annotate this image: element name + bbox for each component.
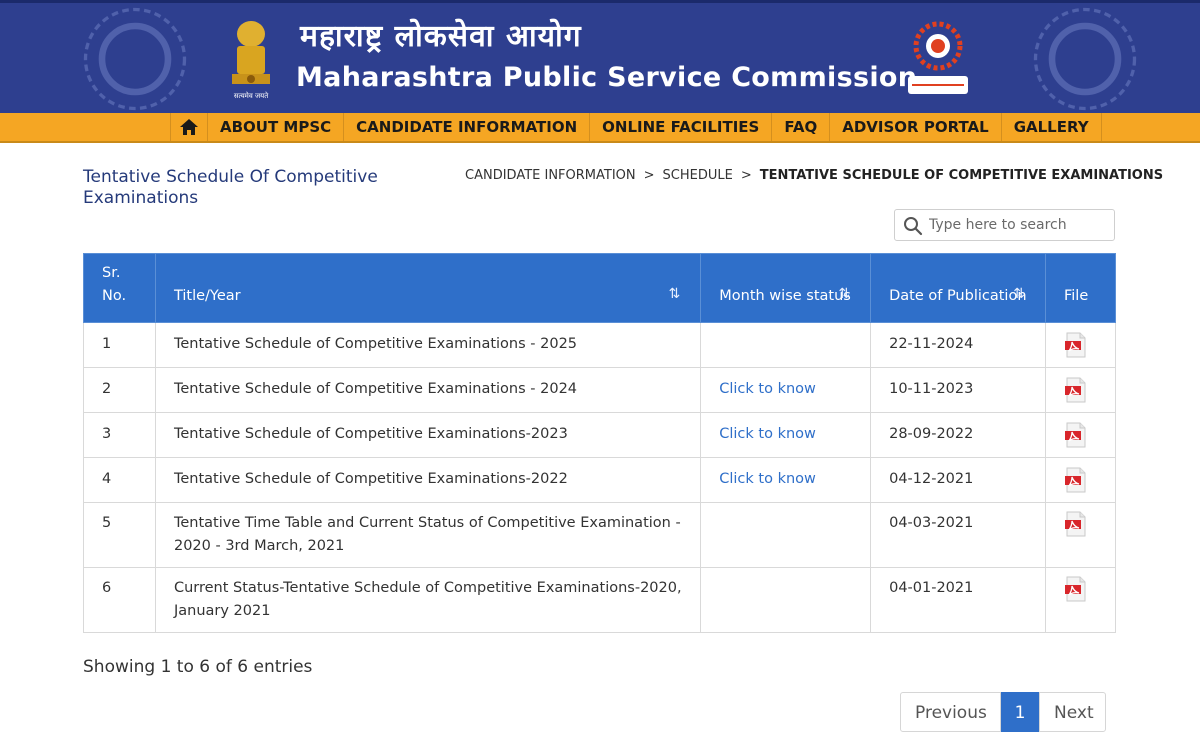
pdf-icon[interactable] — [1064, 467, 1088, 501]
cell-sr-no: 6 — [83, 567, 156, 633]
sun-emblem-decoration — [60, 4, 210, 113]
column-header-file: File — [1044, 253, 1117, 323]
click-to-know-link[interactable]: Click to know — [719, 471, 816, 487]
next-page-button[interactable]: Next — [1039, 692, 1106, 732]
cell-date: 22-11-2024 — [870, 322, 1046, 368]
cell-file — [1044, 457, 1117, 503]
breadcrumb-separator: > — [643, 168, 655, 183]
sort-icon[interactable]: ⇅ — [669, 283, 681, 306]
header-banner: सत्यमेव जयते महाराष्ट्र लोकसेवा आयोग Mah… — [0, 0, 1200, 113]
pdf-icon[interactable] — [1064, 377, 1088, 411]
breadcrumb-candidate-information[interactable]: CANDIDATE INFORMATION — [465, 168, 636, 183]
main-nav-bar: ABOUT MPSC CANDIDATE INFORMATION ONLINE … — [0, 113, 1200, 143]
table-row: 2 Tentative Schedule of Competitive Exam… — [83, 367, 1117, 413]
page-1-button[interactable]: 1 — [1001, 692, 1039, 732]
cell-title: Tentative Schedule of Competitive Examin… — [154, 367, 702, 413]
cell-title: Tentative Schedule of Competitive Examin… — [154, 322, 702, 368]
breadcrumb-separator: > — [740, 168, 752, 183]
cell-title: Tentative Schedule of Competitive Examin… — [154, 412, 702, 458]
cell-file — [1044, 502, 1117, 568]
nav-about-mpsc[interactable]: ABOUT MPSC — [208, 113, 345, 141]
table-header-row: Sr. No. Title/Year ⇅ Month wise status ⇅ D… — [83, 253, 1117, 323]
table-row: 3 Tentative Schedule of Competitive Exam… — [83, 412, 1117, 458]
table-row: 6 Current Status-Tentative Schedule of C… — [83, 567, 1117, 633]
column-header-sr-no[interactable]: Sr. No. — [83, 253, 156, 323]
cell-title: Current Status-Tentative Schedule of Com… — [154, 567, 702, 633]
cell-file — [1044, 367, 1117, 413]
search-box — [894, 209, 1115, 241]
click-to-know-link[interactable]: Click to know — [719, 381, 816, 397]
cell-status: Click to know — [700, 367, 872, 413]
cell-file — [1044, 567, 1117, 633]
nav-gallery[interactable]: GALLERY — [1002, 113, 1102, 141]
cell-status — [700, 567, 872, 633]
pdf-icon[interactable] — [1064, 422, 1088, 456]
cell-file — [1044, 322, 1117, 368]
nav-online-facilities[interactable]: ONLINE FACILITIES — [590, 113, 773, 141]
pdf-icon[interactable] — [1064, 576, 1088, 610]
table-row: 1 Tentative Schedule of Competitive Exam… — [83, 322, 1117, 368]
table-row: 4 Tentative Schedule of Competitive Exam… — [83, 457, 1117, 503]
nav-faq[interactable]: FAQ — [772, 113, 831, 141]
header-title-english: Maharashtra Public Service Commission — [296, 62, 918, 93]
header-title-hindi: महाराष्ट्र लोकसेवा आयोग — [300, 19, 582, 54]
cell-status: Click to know — [700, 412, 872, 458]
national-emblem-logo[interactable]: सत्यमेव जयते — [222, 12, 280, 102]
cell-date: 04-03-2021 — [870, 502, 1046, 568]
column-header-month-wise-status[interactable]: Month wise status ⇅ — [700, 253, 872, 323]
banner-top-line — [0, 0, 1200, 3]
cell-sr-no: 5 — [83, 502, 156, 568]
cell-status: Click to know — [700, 457, 872, 503]
click-to-know-link[interactable]: Click to know — [719, 426, 816, 442]
sun-emblem-decoration-right — [1010, 4, 1160, 113]
cell-file — [1044, 412, 1117, 458]
search-icon — [904, 217, 923, 236]
pdf-icon[interactable] — [1064, 511, 1088, 545]
cell-title: Tentative Schedule of Competitive Examin… — [154, 457, 702, 503]
cell-sr-no: 2 — [83, 367, 156, 413]
pdf-icon[interactable] — [1064, 332, 1088, 366]
cell-sr-no: 3 — [83, 412, 156, 458]
column-header-title-year[interactable]: Title/Year ⇅ — [154, 253, 702, 323]
pagination: Previous 1 Next — [900, 692, 1106, 732]
previous-page-button[interactable]: Previous — [900, 692, 1001, 732]
table-row: 5 Tentative Time Table and Current Statu… — [83, 502, 1117, 568]
home-nav-button[interactable] — [170, 113, 208, 141]
sort-icon[interactable]: ⇅ — [838, 283, 850, 306]
sort-icon[interactable]: ⇅ — [1013, 283, 1025, 306]
cell-date: 04-12-2021 — [870, 457, 1046, 503]
mpsc-seal-logo[interactable] — [904, 14, 972, 100]
column-header-date-of-publication[interactable]: Date of Publication ⇅ — [870, 253, 1046, 323]
cell-date: 28-09-2022 — [870, 412, 1046, 458]
cell-date: 04-01-2021 — [870, 567, 1046, 633]
search-input[interactable] — [929, 215, 1107, 235]
nav-candidate-information[interactable]: CANDIDATE INFORMATION — [344, 113, 591, 141]
table-info-text: Showing 1 to 6 of 6 entries — [83, 657, 313, 677]
cell-sr-no: 4 — [83, 457, 156, 503]
cell-date: 10-11-2023 — [870, 367, 1046, 413]
cell-status — [700, 322, 872, 368]
cell-status — [700, 502, 872, 568]
home-icon — [180, 119, 198, 135]
page-title: Tentative Schedule Of Competitive Examin… — [83, 167, 378, 208]
cell-sr-no: 1 — [83, 322, 156, 368]
schedule-table: Sr. No. Title/Year ⇅ Month wise status ⇅ D… — [83, 253, 1117, 633]
breadcrumb-schedule[interactable]: SCHEDULE — [663, 168, 733, 183]
nav-advisor-portal[interactable]: ADVISOR PORTAL — [830, 113, 1002, 141]
breadcrumb: CANDIDATE INFORMATION > SCHEDULE > TENTATIVE… — [465, 168, 1163, 183]
cell-title: Tentative Time Table and Current Status … — [154, 502, 702, 568]
emblem-motto: सत्यमेव जयते — [234, 91, 269, 100]
breadcrumb-current: TENTATIVE SCHEDULE OF COMPETITIVE EXAMIN… — [759, 168, 1164, 183]
